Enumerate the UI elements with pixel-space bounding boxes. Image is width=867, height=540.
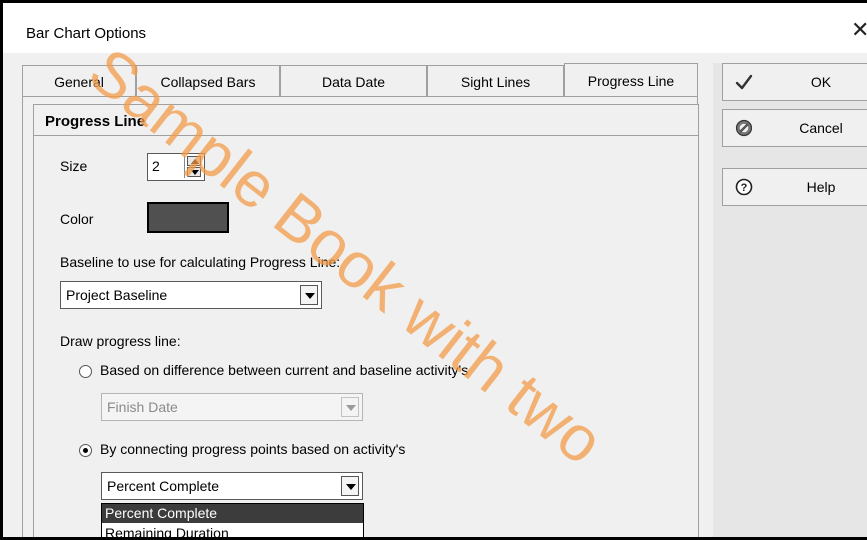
chevron-down-icon[interactable]	[341, 476, 359, 496]
cancel-icon	[735, 119, 753, 137]
checkmark-icon	[735, 74, 753, 90]
cancel-button[interactable]: Cancel	[722, 109, 867, 147]
tab-general[interactable]: General	[22, 65, 136, 97]
tab-data-date[interactable]: Data Date	[280, 65, 427, 97]
dropdown-option-percent-complete[interactable]: Percent Complete	[102, 504, 363, 523]
color-swatch-button[interactable]	[147, 202, 229, 233]
finish-date-select-value: Finish Date	[107, 399, 178, 415]
radio-based-on-difference-label[interactable]: Based on difference between current and …	[100, 362, 468, 378]
progress-basis-select[interactable]: Percent Complete	[101, 472, 363, 500]
spinner-down-icon[interactable]	[187, 167, 201, 177]
ok-label: OK	[810, 74, 832, 90]
spinner-up-icon[interactable]	[187, 156, 201, 166]
chevron-down-icon[interactable]	[300, 285, 318, 305]
chevron-down-icon	[341, 397, 359, 417]
help-button[interactable]: ? Help	[722, 168, 867, 206]
ok-button[interactable]: OK	[722, 63, 867, 101]
progress-basis-dropdown-list: Percent Complete Remaining Duration	[101, 503, 364, 537]
draw-progress-label: Draw progress line:	[60, 333, 181, 349]
tab-label: Progress Line	[587, 73, 675, 89]
tab-progress-line[interactable]: Progress Line	[564, 63, 698, 98]
section-title: Progress Line	[45, 113, 146, 130]
color-label: Color	[60, 211, 94, 227]
section-header: Progress Line	[33, 104, 699, 136]
spinner-buttons	[184, 156, 203, 178]
cancel-label: Cancel	[799, 120, 843, 136]
tab-collapsed-bars[interactable]: Collapsed Bars	[136, 65, 280, 97]
baseline-select[interactable]: Project Baseline	[60, 281, 322, 309]
baseline-select-value: Project Baseline	[66, 287, 168, 303]
radio-based-on-difference[interactable]	[79, 365, 92, 378]
svg-text:?: ?	[741, 182, 748, 194]
tab-sight-lines[interactable]: Sight Lines	[427, 65, 564, 97]
radio-connecting-points[interactable]	[79, 444, 92, 457]
progress-basis-select-value: Percent Complete	[107, 478, 220, 494]
dialog-window: Bar Chart Options ✕ General Collapsed Ba…	[0, 0, 867, 540]
help-label: Help	[806, 179, 836, 195]
dropdown-option-remaining-duration[interactable]: Remaining Duration	[102, 524, 363, 537]
tab-label: General	[54, 73, 104, 90]
window-title: Bar Chart Options	[26, 25, 147, 42]
size-value[interactable]: 2	[152, 158, 160, 174]
size-spinner[interactable]: 2	[147, 153, 205, 181]
help-icon: ?	[735, 178, 753, 196]
tab-label: Data Date	[321, 73, 386, 90]
tab-label: Sight Lines	[460, 73, 531, 90]
finish-date-select: Finish Date	[101, 393, 363, 421]
close-icon[interactable]: ✕	[851, 17, 867, 43]
radio-connecting-points-label[interactable]: By connecting progress points based on a…	[100, 441, 405, 457]
title-bar: Bar Chart Options ✕	[3, 3, 867, 53]
size-label: Size	[60, 158, 88, 174]
baseline-label: Baseline to use for calculating Progress…	[60, 254, 341, 270]
tab-label: Collapsed Bars	[160, 73, 256, 90]
